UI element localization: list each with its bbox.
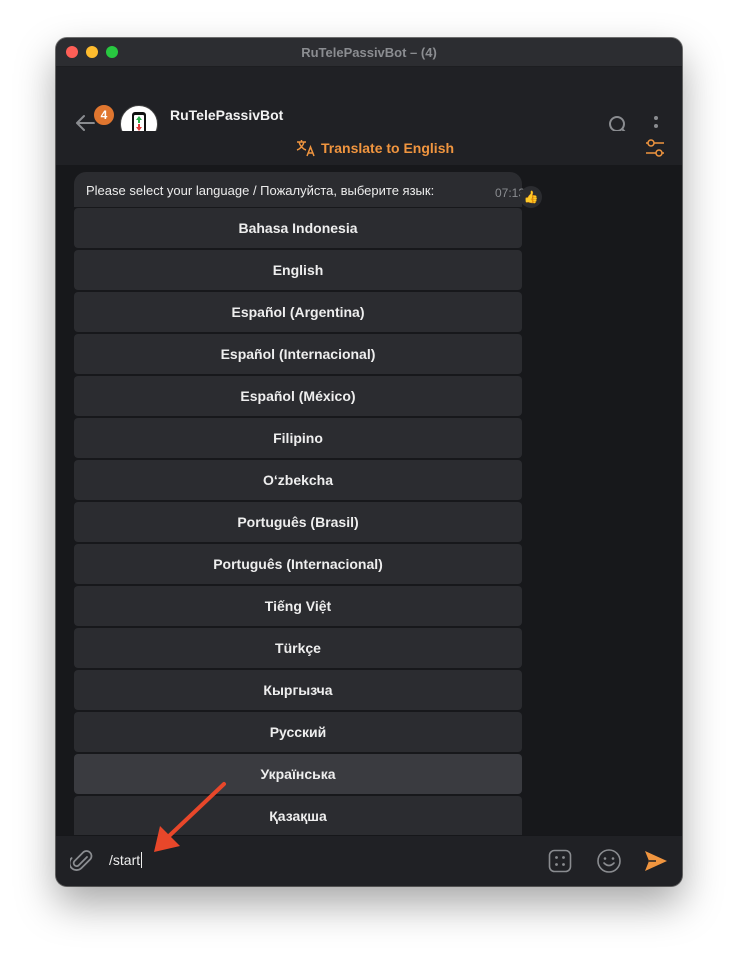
translate-button[interactable]: Translate to English (296, 137, 454, 159)
send-icon[interactable] (643, 848, 669, 879)
chat-area[interactable]: Please select your language / Пожалуйста… (56, 165, 682, 835)
sliders-icon[interactable] (644, 138, 666, 163)
paperclip-icon[interactable] (68, 848, 94, 879)
thumbs-up-reaction[interactable]: 👍 (520, 186, 542, 208)
window-title: RuTelePassivBot – (4) (301, 45, 437, 60)
message-bubble[interactable]: Please select your language / Пожалуйста… (74, 172, 525, 207)
keyboard-button[interactable]: Кыргызча (74, 670, 522, 710)
unread-count-badge: 4 (92, 103, 116, 127)
message-text: Please select your language / Пожалуйста… (86, 183, 435, 198)
keyboard-button[interactable]: O‘zbekcha (74, 460, 522, 500)
keyboard-button[interactable]: Español (México) (74, 376, 522, 416)
translate-bar: Translate to English (56, 131, 682, 166)
emoji-icon[interactable] (596, 848, 622, 879)
keyboard-button[interactable]: Tiếng Việt (74, 586, 522, 626)
title-bar[interactable]: RuTelePassivBot – (4) (56, 38, 682, 67)
translate-label: Translate to English (321, 140, 455, 156)
keyboard-button[interactable]: Português (Internacional) (74, 544, 522, 584)
keyboard-button[interactable]: English (74, 250, 522, 290)
keyboard-button[interactable]: Filipino (74, 418, 522, 458)
keyboard-button[interactable]: Español (Argentina) (74, 292, 522, 332)
keyboard-button[interactable]: Español (Internacional) (74, 334, 522, 374)
keyboard-button[interactable]: Türkçe (74, 628, 522, 668)
translate-icon (296, 140, 315, 157)
keyboard-button[interactable]: Русский (74, 712, 522, 752)
telegram-window: RuTelePassivBot – (4) 4 RuTelePassivBot … (56, 38, 682, 886)
keyboard-button-hovered[interactable]: Українська (74, 754, 522, 794)
bot-commands-icon[interactable] (548, 849, 572, 878)
keyboard-button[interactable]: Қазақша (74, 796, 522, 835)
message-input[interactable]: /start (109, 852, 143, 868)
keyboard-button[interactable]: Português (Brasil) (74, 502, 522, 542)
bot-name[interactable]: RuTelePassivBot (170, 107, 283, 123)
keyboard-button[interactable]: Bahasa Indonesia (74, 208, 522, 248)
message-composer: /start (56, 835, 682, 886)
